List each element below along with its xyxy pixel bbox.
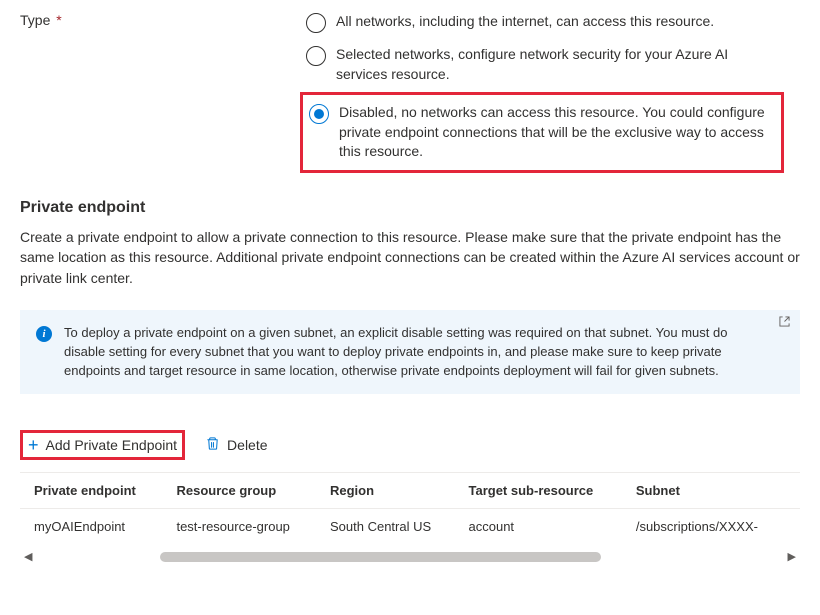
scroll-thumb[interactable] (160, 552, 601, 562)
radio-icon (306, 13, 326, 33)
radio-option-all-networks[interactable]: All networks, including the internet, ca… (300, 6, 784, 39)
private-endpoint-description: Create a private endpoint to allow a pri… (20, 227, 800, 288)
table-row[interactable]: myOAIEndpoint test-resource-group South … (20, 509, 800, 545)
cell-target-sub-resource: account (469, 509, 636, 545)
radio-option-selected-networks[interactable]: Selected networks, configure network sec… (300, 39, 784, 90)
info-icon: i (36, 326, 52, 342)
table-header-row: Private endpoint Resource group Region T… (20, 473, 800, 509)
trash-icon (205, 436, 220, 454)
radio-icon (309, 104, 329, 124)
radio-option-disabled[interactable]: Disabled, no networks can access this re… (300, 92, 784, 173)
radio-label: Disabled, no networks can access this re… (339, 103, 775, 162)
cell-private-endpoint: myOAIEndpoint (20, 509, 176, 545)
scroll-track[interactable] (42, 551, 777, 563)
info-text: To deploy a private endpoint on a given … (64, 324, 786, 381)
delete-button[interactable]: Delete (199, 431, 273, 459)
radio-label: All networks, including the internet, ca… (336, 12, 714, 32)
col-target-sub-resource[interactable]: Target sub-resource (469, 473, 636, 509)
info-callout: i To deploy a private endpoint on a give… (20, 310, 800, 395)
radio-label: Selected networks, configure network sec… (336, 45, 778, 84)
col-private-endpoint[interactable]: Private endpoint (20, 473, 176, 509)
scroll-right-icon[interactable]: ▶ (784, 550, 800, 563)
private-endpoints-table: Private endpoint Resource group Region T… (20, 472, 800, 544)
plus-icon: + (28, 436, 39, 454)
cell-subnet: /subscriptions/XXXX- (636, 509, 800, 545)
external-link-icon[interactable] (779, 316, 790, 330)
col-subnet[interactable]: Subnet (636, 473, 800, 509)
cell-region: South Central US (330, 509, 469, 545)
delete-label: Delete (227, 437, 267, 453)
type-label: Type * (20, 6, 300, 28)
cell-resource-group: test-resource-group (176, 509, 330, 545)
scroll-left-icon[interactable]: ◀ (20, 550, 36, 563)
add-private-endpoint-button[interactable]: + Add Private Endpoint (20, 430, 185, 460)
horizontal-scrollbar[interactable]: ◀ ▶ (20, 550, 800, 563)
required-indicator: * (56, 12, 61, 28)
col-resource-group[interactable]: Resource group (176, 473, 330, 509)
radio-icon (306, 46, 326, 66)
col-region[interactable]: Region (330, 473, 469, 509)
private-endpoint-heading: Private endpoint (20, 199, 800, 217)
add-private-endpoint-label: Add Private Endpoint (46, 437, 178, 453)
